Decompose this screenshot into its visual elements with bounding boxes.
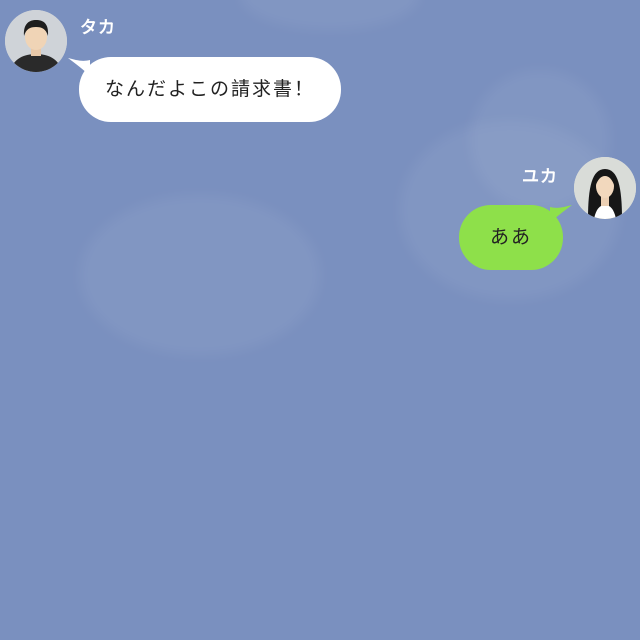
background-blob [80, 195, 320, 355]
female-user-avatar-icon[interactable] [574, 157, 636, 219]
message-bubble[interactable]: ああ [459, 205, 563, 270]
sender-name: タカ [80, 18, 116, 38]
message-bubble[interactable]: なんだよこの請求書！ [79, 57, 342, 122]
male-user-avatar-icon[interactable] [5, 10, 67, 72]
chat-area: タカ なんだよこの請求書！ ユカ ああ [0, 0, 640, 640]
sender-name: ユカ [522, 167, 558, 187]
background-blob [240, 0, 420, 30]
